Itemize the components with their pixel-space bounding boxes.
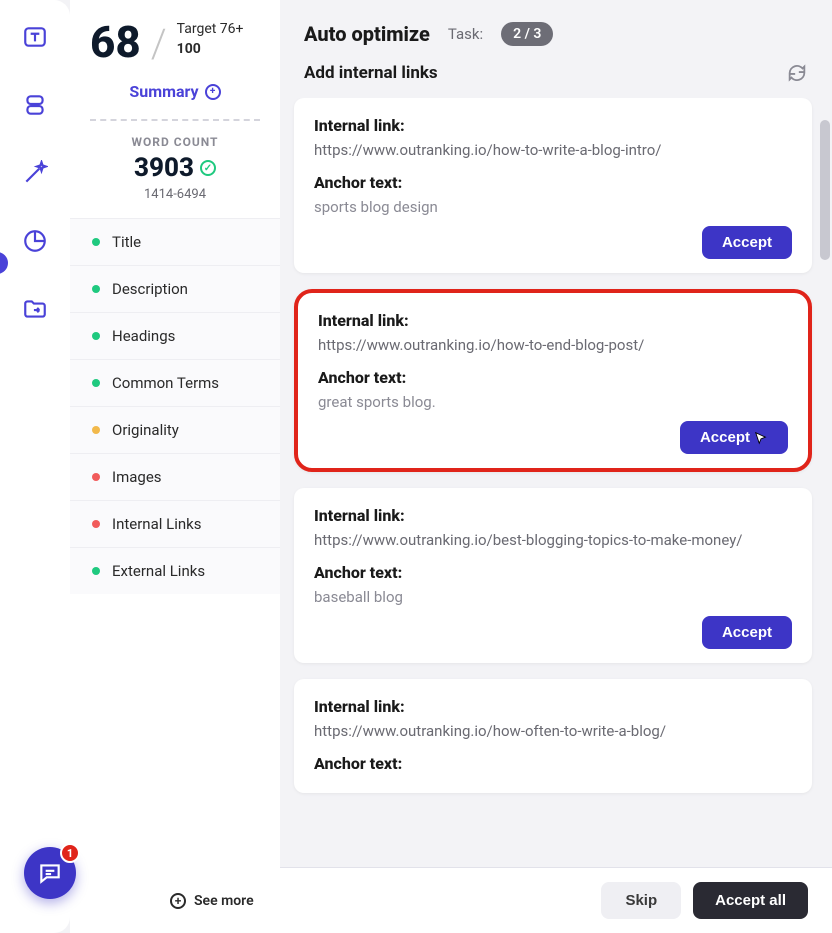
anchor-text-value: sports blog design bbox=[314, 198, 792, 216]
text-box-icon[interactable] bbox=[20, 22, 50, 52]
section-label: Common Terms bbox=[112, 374, 219, 392]
folder-export-icon[interactable] bbox=[20, 294, 50, 324]
skip-button[interactable]: Skip bbox=[601, 882, 681, 919]
section-list: Title Description Headings Common Terms Orig… bbox=[70, 218, 280, 594]
task-progress-pill: 2 / 3 bbox=[501, 22, 553, 46]
card-footer: Accept bbox=[318, 421, 788, 454]
main-header: Auto optimize Task: 2 / 3 bbox=[280, 0, 832, 62]
summary-link[interactable]: Summary + bbox=[70, 74, 280, 119]
anchor-text-label: Anchor text: bbox=[314, 173, 792, 192]
section-label: Headings bbox=[112, 327, 175, 345]
check-icon: ✓ bbox=[200, 160, 216, 176]
expand-icon: + bbox=[205, 84, 221, 100]
accept-button[interactable]: Accept bbox=[702, 226, 792, 259]
status-dot bbox=[92, 379, 100, 387]
word-count-label: WORD COUNT bbox=[70, 135, 280, 149]
see-more-button[interactable]: + See more bbox=[170, 893, 254, 909]
nav-rail bbox=[0, 0, 70, 933]
section-item[interactable]: Description bbox=[70, 265, 280, 312]
status-dot bbox=[92, 238, 100, 246]
divider bbox=[90, 119, 260, 121]
status-dot bbox=[92, 520, 100, 528]
link-card: Internal link: https://www.outranking.io/… bbox=[294, 488, 812, 663]
bottom-bar: Skip Accept all bbox=[280, 867, 832, 933]
section-label: Images bbox=[112, 468, 162, 486]
section-item[interactable]: Title bbox=[70, 218, 280, 265]
anchor-text-label: Anchor text: bbox=[314, 563, 792, 582]
word-count-range: 1414-6494 bbox=[70, 183, 280, 218]
internal-link-url: https://www.outranking.io/how-to-write-a… bbox=[314, 141, 792, 159]
rail-active-indicator bbox=[0, 252, 8, 274]
link-card: Internal link: https://www.outranking.io/… bbox=[294, 289, 812, 472]
anchor-text-label: Anchor text: bbox=[318, 368, 788, 387]
status-dot bbox=[92, 473, 100, 481]
layers-icon[interactable] bbox=[20, 90, 50, 120]
magic-wand-icon[interactable] bbox=[20, 158, 50, 188]
score-value: 68 bbox=[90, 20, 141, 64]
pie-chart-icon[interactable] bbox=[20, 226, 50, 256]
section-label: Originality bbox=[112, 421, 179, 439]
section-item[interactable]: Headings bbox=[70, 312, 280, 359]
see-more-label: See more bbox=[194, 893, 254, 909]
subtitle: Add internal links bbox=[304, 63, 438, 83]
card-footer: Accept bbox=[314, 616, 792, 649]
section-label: Title bbox=[112, 233, 141, 251]
internal-link-label: Internal link: bbox=[314, 697, 792, 716]
score-target: Target 76+ bbox=[177, 20, 244, 40]
section-label: Description bbox=[112, 280, 188, 298]
section-item[interactable]: External Links bbox=[70, 547, 280, 594]
page-title: Auto optimize bbox=[304, 22, 430, 46]
link-card: Internal link: https://www.outranking.io/… bbox=[294, 679, 812, 793]
main-panel: Auto optimize Task: 2 / 3 Add internal l… bbox=[280, 0, 832, 933]
internal-link-url: https://www.outranking.io/best-blogging-… bbox=[314, 531, 792, 549]
internal-link-label: Internal link: bbox=[314, 506, 792, 525]
card-footer: Accept bbox=[314, 226, 792, 259]
accept-button[interactable]: Accept bbox=[702, 616, 792, 649]
chat-fab[interactable]: 1 bbox=[24, 847, 76, 899]
section-item[interactable]: Originality bbox=[70, 406, 280, 453]
section-label: External Links bbox=[112, 562, 205, 580]
status-dot bbox=[92, 332, 100, 340]
summary-label: Summary bbox=[129, 82, 198, 101]
scrollbar-thumb[interactable] bbox=[820, 120, 830, 260]
status-dot bbox=[92, 426, 100, 434]
accept-button[interactable]: Accept bbox=[680, 421, 788, 454]
section-item[interactable]: Common Terms bbox=[70, 359, 280, 406]
section-item[interactable]: Internal Links bbox=[70, 500, 280, 547]
section-label: Internal Links bbox=[112, 515, 201, 533]
status-dot bbox=[92, 285, 100, 293]
anchor-text-label: Anchor text: bbox=[314, 754, 792, 773]
task-label: Task: bbox=[448, 25, 483, 43]
plus-icon: + bbox=[170, 893, 186, 909]
accept-all-button[interactable]: Accept all bbox=[693, 882, 808, 919]
score-sidebar: 68 / Target 76+ 100 Summary + WORD COUNT… bbox=[70, 0, 280, 933]
sub-header: Add internal links bbox=[280, 62, 832, 98]
link-card: Internal link: https://www.outranking.io/… bbox=[294, 98, 812, 273]
refresh-icon[interactable] bbox=[786, 62, 808, 84]
score-divider: / bbox=[151, 24, 167, 64]
link-cards: Internal link: https://www.outranking.io/… bbox=[280, 98, 832, 933]
internal-link-url: https://www.outranking.io/how-often-to-w… bbox=[314, 722, 792, 740]
anchor-text-value: baseball blog bbox=[314, 588, 792, 606]
score-max: 100 bbox=[177, 40, 244, 60]
internal-link-url: https://www.outranking.io/how-to-end-blo… bbox=[318, 336, 788, 354]
anchor-text-value: great sports blog. bbox=[318, 393, 788, 411]
status-dot bbox=[92, 567, 100, 575]
score-block: 68 / Target 76+ 100 bbox=[70, 0, 280, 74]
internal-link-label: Internal link: bbox=[314, 116, 792, 135]
chat-badge: 1 bbox=[60, 843, 80, 863]
section-item[interactable]: Images bbox=[70, 453, 280, 500]
cursor-icon bbox=[754, 431, 768, 445]
word-count-value: 3903 ✓ bbox=[70, 149, 280, 183]
internal-link-label: Internal link: bbox=[318, 311, 788, 330]
